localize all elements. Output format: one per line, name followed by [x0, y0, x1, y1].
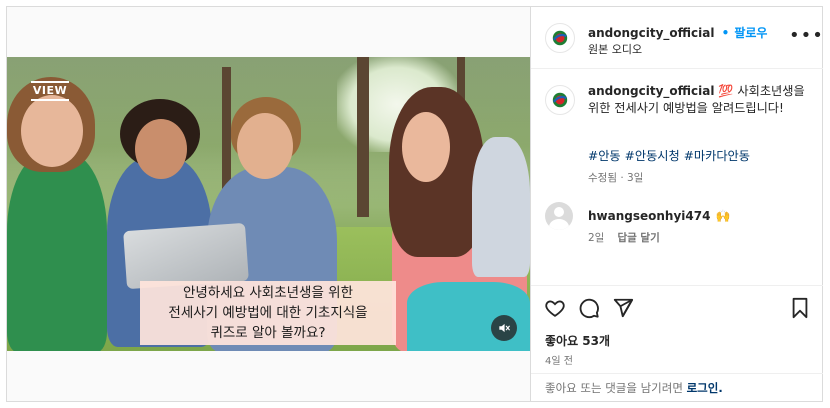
share-button[interactable] [611, 296, 635, 320]
view-logo: VIEW [31, 81, 69, 101]
login-link[interactable]: 로그인. [687, 381, 723, 395]
video-player[interactable]: VIEW 안녕하세요 사회초년생을 위한 전세사기 예방법에 대한 기초지식을 … [7, 57, 530, 351]
video-person-left-head [21, 95, 83, 167]
reply-button[interactable]: 답글 달기 [617, 232, 659, 244]
post-date: 4일 전 [545, 356, 573, 367]
comment-emoji: 🙌 [715, 209, 731, 223]
video-subtitle: 안녕하세요 사회초년생을 위한 전세사기 예방법에 대한 기초지식을 퀴즈로 알… [140, 281, 396, 345]
video-laptop [123, 222, 249, 290]
video-person-back [472, 137, 530, 277]
mute-toggle-button[interactable] [491, 315, 517, 341]
andong-city-logo-icon [552, 92, 568, 108]
heart-icon [545, 300, 565, 317]
like-button[interactable] [543, 296, 567, 320]
caption-hashtags: #안동 #안동시청 #마카다안동 [588, 146, 813, 164]
video-tree-trunk [357, 57, 369, 217]
post-side-panel: andongcity_official • 팔로우 원본 오디오 ••• and… [530, 7, 823, 401]
instagram-post-embed: VIEW 안녕하세요 사회초년생을 위한 전세사기 예방법에 대한 기초지식을 … [6, 6, 823, 402]
post-media: VIEW 안녕하세요 사회초년생을 위한 전세사기 예방법에 대한 기초지식을 … [7, 7, 530, 401]
hashtag-link[interactable]: #마카다안동 [684, 149, 750, 163]
comment-button[interactable] [577, 296, 601, 320]
account-username[interactable]: andongcity_official [588, 26, 714, 40]
more-options-button[interactable]: ••• [789, 27, 824, 45]
login-prompt: 좋아요 또는 댓글을 남기려면 로그인. [545, 380, 723, 396]
video-person-glasses-head [237, 113, 293, 179]
login-prompt-text: 좋아요 또는 댓글을 남기려면 [545, 381, 683, 395]
caption-avatar[interactable] [545, 85, 575, 115]
paper-plane-icon [613, 298, 634, 318]
caption-username[interactable]: andongcity_official [588, 84, 714, 98]
login-prompt-bar: 좋아요 또는 댓글을 남기려면 로그인. [531, 373, 823, 401]
video-person-right-head [402, 112, 450, 182]
hashtag-link[interactable]: #안동시청 [625, 149, 680, 163]
account-avatar[interactable] [545, 23, 575, 53]
hashtag-link[interactable]: #안동 [588, 149, 621, 163]
post-actions: 좋아요 53개 4일 전 [531, 285, 823, 381]
edited-timestamp: 수정됨 · 3일 [588, 172, 644, 184]
video-person-curly-head [135, 119, 187, 179]
andong-city-logo-icon [552, 30, 568, 46]
caption-emoji: 💯 [718, 84, 734, 98]
original-audio-link[interactable]: 원본 오디오 [588, 41, 642, 57]
post-caption-section: andongcity_official 💯 사회초년생을 위한 전세사기 예방법… [531, 69, 823, 219]
speaker-muted-icon [499, 323, 510, 333]
commenter-avatar[interactable] [545, 202, 573, 230]
default-avatar-body [549, 219, 569, 230]
post-header: andongcity_official • 팔로우 원본 오디오 ••• [531, 7, 823, 69]
comment-time: 2일 [588, 232, 605, 244]
bookmark-icon [792, 297, 808, 319]
follow-button[interactable]: 팔로우 [734, 26, 767, 40]
default-avatar-icon [554, 207, 564, 217]
comment-bubble-icon [579, 298, 599, 319]
save-button[interactable] [788, 296, 812, 320]
video-person-left [7, 152, 107, 351]
like-count[interactable]: 좋아요 53개 [545, 332, 610, 349]
post-caption: andongcity_official 💯 사회초년생을 위한 전세사기 예방법… [588, 83, 813, 117]
commenter-username[interactable]: hwangseonhyi474 [588, 209, 710, 223]
